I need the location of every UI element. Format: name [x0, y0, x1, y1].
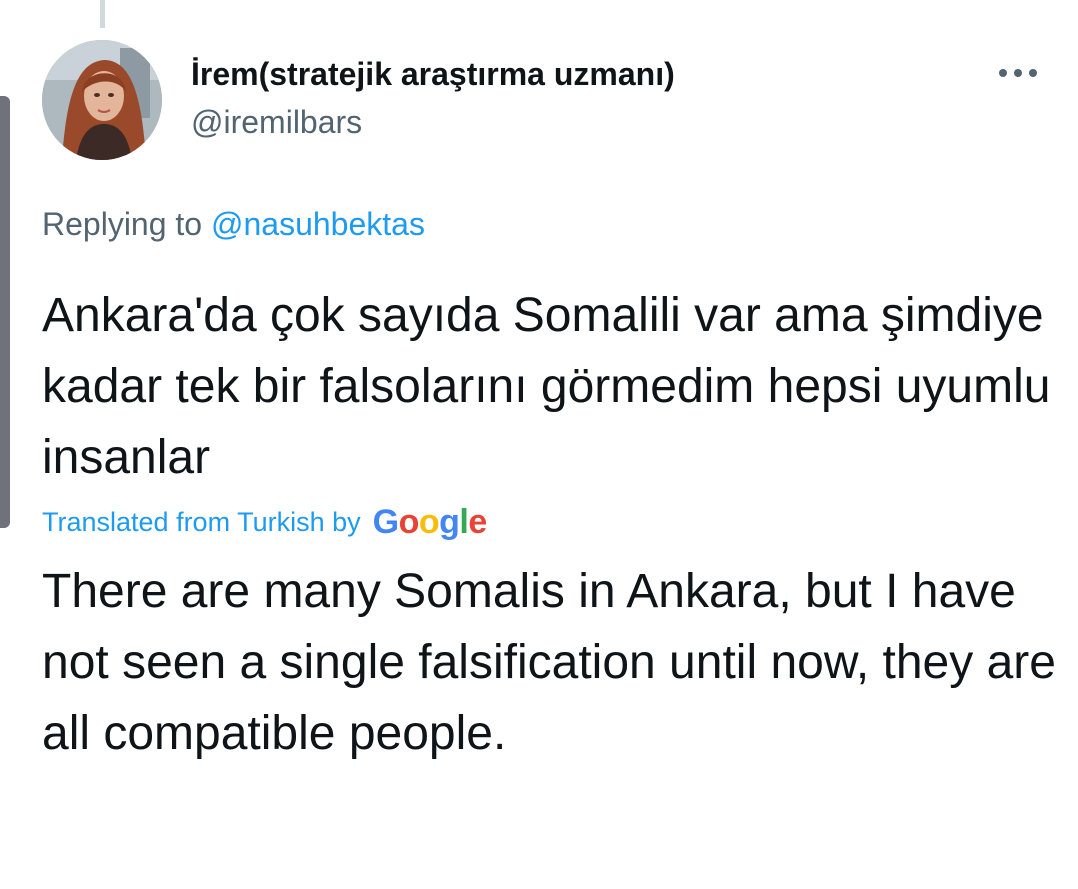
google-logo-letter: G [372, 503, 399, 541]
avatar-image [42, 40, 162, 160]
replying-to-label: Replying to [42, 206, 203, 242]
tweet-text: Ankara'da çok sayıda Somalili var ama şi… [42, 289, 1051, 484]
replying-to: Replying to @nasuhbektas [42, 202, 425, 246]
google-logo-letter: o [418, 503, 440, 541]
author-display-name[interactable]: İrem(stratejik araştırma uzmanı) [191, 52, 675, 96]
translation-attribution: Translated from Turkish by Google [42, 500, 487, 544]
google-logo-letter: o [398, 503, 420, 541]
more-horizontal-icon [999, 69, 1037, 77]
more-options-button[interactable] [996, 56, 1040, 90]
scrollbar[interactable] [0, 96, 10, 528]
avatar[interactable] [42, 40, 162, 160]
translated-text: There are many Somalis in Ankara, but I … [42, 565, 1056, 760]
replying-to-mention-link[interactable]: @nasuhbektas [211, 206, 425, 242]
google-logo-letter: e [468, 503, 487, 541]
author-handle[interactable]: @iremilbars [191, 100, 362, 144]
thread-connector-line [100, 0, 105, 28]
translation-label: Translated from Turkish by [42, 506, 361, 537]
google-logo: Google [372, 500, 488, 544]
google-logo-letter: g [439, 503, 460, 541]
